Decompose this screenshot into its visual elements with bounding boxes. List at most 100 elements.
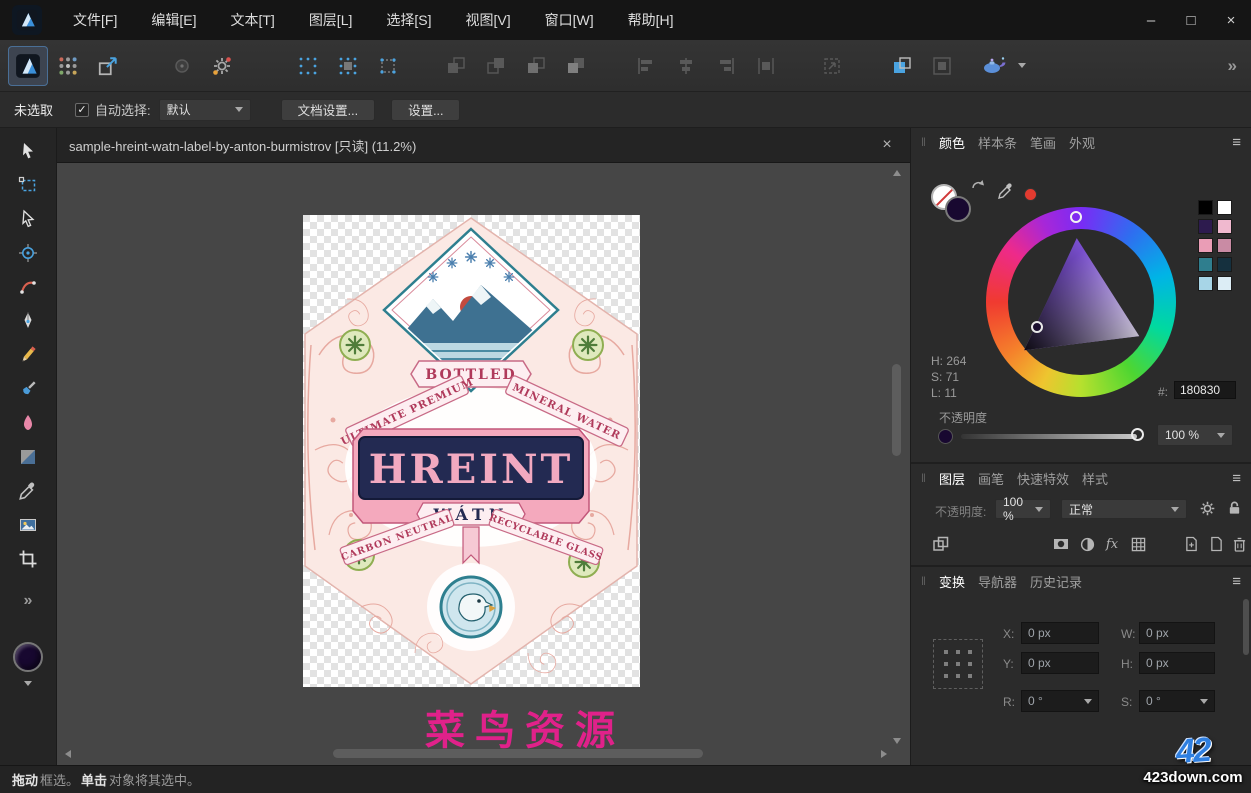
- swatch[interactable]: [1198, 200, 1213, 215]
- swatch[interactable]: [1217, 257, 1232, 272]
- pen-tool[interactable]: [12, 306, 44, 336]
- tab-swatches[interactable]: 样本条: [978, 133, 1017, 152]
- align-center-button[interactable]: [666, 46, 706, 86]
- close-button[interactable]: ×: [1211, 0, 1251, 40]
- align-right-button[interactable]: [706, 46, 746, 86]
- tab-appearance[interactable]: 外观: [1069, 133, 1095, 152]
- scroll-down-icon[interactable]: [893, 738, 901, 744]
- swatch[interactable]: [1217, 238, 1232, 253]
- panel-menu-icon[interactable]: ≡: [1232, 470, 1241, 487]
- designer-persona-button[interactable]: [8, 46, 48, 86]
- swatch[interactable]: [1217, 219, 1232, 234]
- saturation-handle[interactable]: [1031, 321, 1043, 333]
- hue-handle[interactable]: [1070, 211, 1082, 223]
- scroll-right-icon[interactable]: [881, 750, 887, 758]
- menu-layer[interactable]: 图层[L]: [292, 0, 370, 40]
- move-to-front-button[interactable]: [556, 46, 596, 86]
- selection-box-mode-3-button[interactable]: [368, 46, 408, 86]
- color-picker-icon[interactable]: [997, 182, 1015, 205]
- tab-styles[interactable]: 样式: [1082, 469, 1108, 488]
- tab-history[interactable]: 历史记录: [1030, 572, 1082, 591]
- live-filter-button[interactable]: [1128, 534, 1148, 554]
- move-forward-one-button[interactable]: [516, 46, 556, 86]
- panel-grip-icon[interactable]: ‖: [921, 471, 926, 485]
- layer-opacity-dropdown[interactable]: 100 %: [995, 499, 1051, 519]
- crop-tool[interactable]: [12, 544, 44, 574]
- more-tools-button[interactable]: »: [24, 592, 33, 610]
- y-input[interactable]: 0 px: [1021, 652, 1099, 674]
- menu-file[interactable]: 文件[F]: [56, 0, 134, 40]
- rotation-center-button[interactable]: [162, 46, 202, 86]
- place-image-tool[interactable]: [12, 510, 44, 540]
- swatch[interactable]: [1198, 219, 1213, 234]
- assistant-options-button[interactable]: [1014, 46, 1030, 86]
- toolstrip-collapse-button[interactable]: [24, 686, 32, 704]
- menu-select[interactable]: 选择[S]: [369, 0, 448, 40]
- align-distribute-button[interactable]: [746, 46, 786, 86]
- color-wheel[interactable]: [986, 207, 1176, 397]
- toolbar-overflow-button[interactable]: »: [1228, 56, 1237, 76]
- menu-text[interactable]: 文本[T]: [213, 0, 291, 40]
- vertical-scrollbar[interactable]: [890, 168, 904, 746]
- selection-box-mode-1-button[interactable]: [288, 46, 328, 86]
- selection-box-mode-2-button[interactable]: [328, 46, 368, 86]
- swatch[interactable]: [1198, 238, 1213, 253]
- menu-window[interactable]: 窗口[W]: [528, 0, 611, 40]
- insert-inside-button[interactable]: [922, 46, 962, 86]
- tab-stroke[interactable]: 笔画: [1030, 133, 1056, 152]
- anchor-point-selector[interactable]: [933, 639, 983, 689]
- tab-close-button[interactable]: ×: [876, 136, 898, 154]
- auto-select-checkbox[interactable]: ✓: [75, 103, 89, 117]
- tab-quick-fx[interactable]: 快速特效: [1017, 469, 1069, 488]
- panel-scroll-thumb[interactable]: [1243, 599, 1249, 655]
- swatch[interactable]: [1217, 200, 1232, 215]
- tab-transform[interactable]: 变换: [939, 572, 965, 591]
- opacity-dropdown[interactable]: 100 %: [1157, 424, 1233, 446]
- settings-button[interactable]: 设置...: [391, 99, 460, 121]
- vertical-scroll-thumb[interactable]: [892, 364, 901, 456]
- mask-layer-button[interactable]: [1051, 534, 1071, 554]
- swatch[interactable]: [1198, 276, 1213, 291]
- swatch[interactable]: [1217, 276, 1232, 291]
- panel-menu-icon[interactable]: ≡: [1232, 573, 1241, 590]
- menu-view[interactable]: 视图[V]: [449, 0, 528, 40]
- opacity-slider-knob[interactable]: [1131, 428, 1144, 441]
- contour-tool[interactable]: [12, 272, 44, 302]
- new-pixel-layer-button[interactable]: [1181, 534, 1201, 554]
- menu-edit[interactable]: 编辑[E]: [134, 0, 213, 40]
- x-input[interactable]: 0 px: [1021, 622, 1099, 644]
- maximize-button[interactable]: □: [1171, 0, 1211, 40]
- picked-color-dot[interactable]: [1024, 188, 1037, 201]
- snapping-options-button[interactable]: [202, 46, 242, 86]
- minimize-button[interactable]: –: [1131, 0, 1171, 40]
- move-to-back-button[interactable]: [436, 46, 476, 86]
- pixel-persona-button[interactable]: [48, 46, 88, 86]
- swap-colors-icon[interactable]: [971, 178, 985, 197]
- document-tab[interactable]: sample-hreint-watn-label-by-anton-burmis…: [57, 128, 910, 163]
- panel-grip-icon[interactable]: ‖: [921, 135, 926, 149]
- scroll-left-icon[interactable]: [65, 750, 71, 758]
- adjustment-layer-button[interactable]: [1077, 534, 1097, 554]
- node-tool[interactable]: [12, 204, 44, 234]
- export-persona-button[interactable]: [88, 46, 128, 86]
- menu-help[interactable]: 帮助[H]: [611, 0, 691, 40]
- opacity-slider[interactable]: [961, 434, 1137, 439]
- fill-tool[interactable]: [12, 408, 44, 438]
- pencil-tool[interactable]: [12, 340, 44, 370]
- document-canvas[interactable]: BOTTLED ULTIMATE PREMIUM MINERAL WATER: [57, 163, 910, 765]
- tab-brushes[interactable]: 画笔: [978, 469, 1004, 488]
- auto-select-dropdown[interactable]: 默认: [159, 99, 251, 121]
- lock-layer-button[interactable]: [1227, 500, 1242, 521]
- insert-behind-button[interactable]: [882, 46, 922, 86]
- panel-scrollbar[interactable]: [1243, 599, 1249, 739]
- scroll-up-icon[interactable]: [893, 170, 901, 176]
- h-input[interactable]: 0 px: [1139, 652, 1215, 674]
- tab-color[interactable]: 颜色: [939, 133, 965, 152]
- w-input[interactable]: 0 px: [1139, 622, 1215, 644]
- tab-navigator[interactable]: 导航器: [978, 572, 1017, 591]
- layer-effects-button[interactable]: fx: [1102, 534, 1122, 554]
- tab-layers[interactable]: 图层: [939, 469, 965, 488]
- shear-dropdown[interactable]: 0 °: [1139, 690, 1215, 712]
- align-left-button[interactable]: [626, 46, 666, 86]
- panel-grip-icon[interactable]: ‖: [921, 574, 926, 588]
